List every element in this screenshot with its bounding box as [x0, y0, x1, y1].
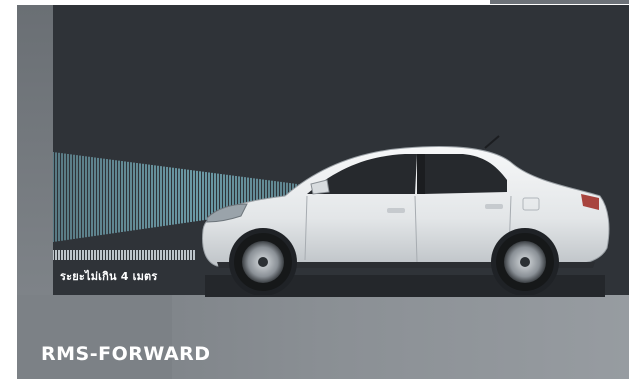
left-strip — [17, 5, 53, 295]
feature-title: RMS-FORWARD — [41, 343, 211, 365]
top-accent-line — [490, 0, 629, 4]
feature-banner: ระยะไม่เกิน 4 เมตร RMS-FORWARD — [0, 0, 629, 379]
range-label: ระยะไม่เกิน 4 เมตร — [60, 270, 158, 283]
lower-band-left — [17, 295, 172, 379]
car-icon — [202, 135, 610, 295]
